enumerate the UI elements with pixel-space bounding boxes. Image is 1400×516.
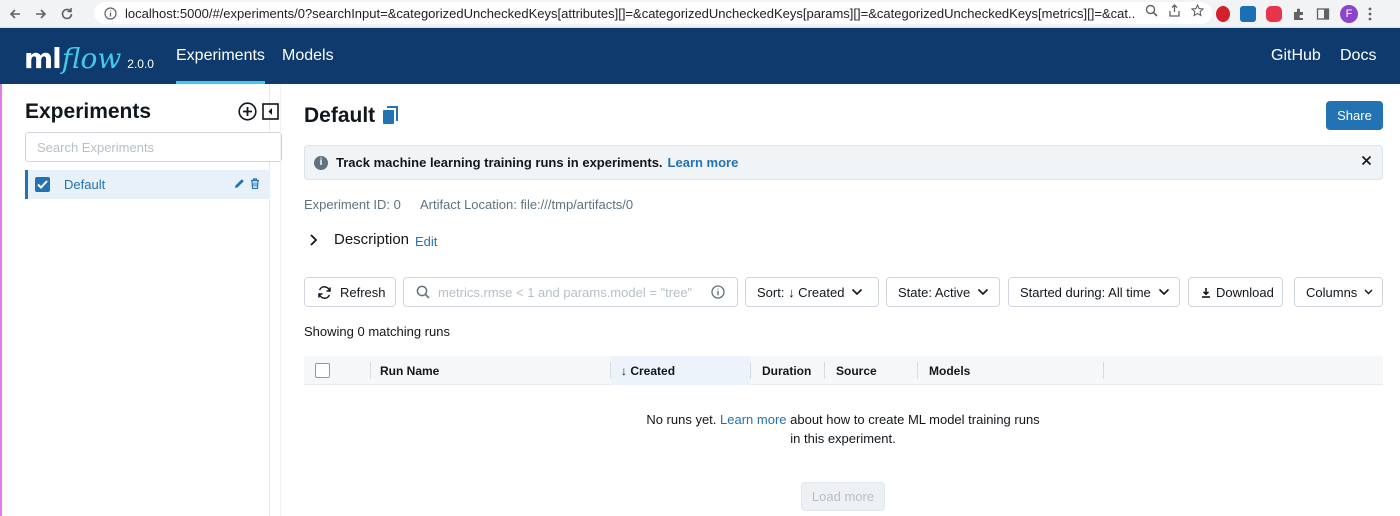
zoom-icon[interactable]: [1145, 4, 1158, 17]
info-banner: i Track machine learning training runs i…: [304, 145, 1383, 180]
column-separator: [370, 362, 371, 379]
reload-icon[interactable]: [56, 3, 78, 25]
started-label: Started during: All time: [1020, 284, 1151, 300]
sort-label: Sort: ↓ Created: [757, 284, 845, 300]
red-extension-icon[interactable]: [1216, 6, 1230, 22]
download-icon: [1202, 287, 1210, 298]
chevron-down-icon: [1364, 289, 1373, 295]
sidebar-divider: [280, 84, 281, 516]
mlflow-logo[interactable]: ml flow 2.0.0: [24, 42, 154, 75]
red-stack-extension-icon[interactable]: [1266, 6, 1282, 22]
column-separator: [917, 362, 918, 379]
address-bar[interactable]: localhost:5000/#/experiments/0?searchInp…: [94, 2, 1212, 24]
banner-learn-more-link[interactable]: Learn more: [668, 155, 739, 170]
nav-experiments[interactable]: Experiments: [176, 28, 265, 84]
search-experiments-input[interactable]: [25, 132, 282, 162]
experiment-title: Default: [304, 104, 376, 127]
column-run-name[interactable]: Run Name: [380, 356, 439, 385]
column-duration[interactable]: Duration: [762, 356, 811, 385]
share-page-icon[interactable]: [1168, 4, 1181, 17]
logo-ml: ml: [24, 42, 62, 75]
experiments-sidebar: Experiments Default: [2, 84, 282, 516]
state-label: State: Active: [898, 284, 971, 300]
puzzle-extensions-icon[interactable]: [1292, 7, 1306, 21]
chevron-down-icon: [852, 288, 863, 296]
sidebar-item-default[interactable]: Default: [25, 170, 270, 199]
started-during-dropdown[interactable]: Started during: All time: [1008, 277, 1180, 307]
delete-experiment-icon[interactable]: [250, 178, 260, 189]
description-label[interactable]: Description: [334, 231, 409, 248]
site-info-icon[interactable]: [104, 6, 117, 20]
search-placeholder: metrics.rmse < 1 and params.model = "tre…: [438, 284, 693, 300]
column-separator: [750, 362, 751, 379]
nav-docs[interactable]: Docs: [1340, 28, 1376, 84]
back-icon[interactable]: [4, 3, 26, 25]
download-button[interactable]: Download: [1188, 277, 1283, 307]
chevron-down-icon: [978, 288, 989, 296]
logo-flow: flow: [61, 42, 122, 75]
side-panel-icon[interactable]: [1316, 7, 1330, 21]
description-edit-link[interactable]: Edit: [415, 234, 437, 249]
blue-m-extension-icon[interactable]: [1240, 6, 1256, 22]
edit-experiment-icon[interactable]: [234, 178, 245, 189]
collapse-sidebar-icon[interactable]: [262, 103, 279, 120]
bookmark-star-icon[interactable]: [1191, 4, 1204, 17]
copy-icon[interactable]: [381, 106, 399, 126]
version-label: 2.0.0: [127, 57, 154, 71]
profile-avatar[interactable]: F: [1340, 5, 1358, 23]
search-help-icon[interactable]: [711, 285, 725, 299]
select-all-checkbox[interactable]: [315, 363, 330, 378]
column-source[interactable]: Source: [836, 356, 877, 385]
chevron-down-icon: [1158, 288, 1169, 296]
column-separator: [824, 362, 825, 379]
download-label: Download: [1216, 284, 1274, 300]
runs-table-header: Run Name ↓ Created Duration Source Model…: [304, 356, 1383, 385]
runs-search-input[interactable]: metrics.rmse < 1 and params.model = "tre…: [403, 277, 738, 307]
empty-learn-more-link[interactable]: Learn more: [720, 412, 786, 427]
experiment-id: Experiment ID: 0: [304, 197, 401, 212]
url-text: localhost:5000/#/experiments/0?searchInp…: [125, 5, 1135, 21]
browser-toolbar: localhost:5000/#/experiments/0?searchInp…: [0, 0, 1400, 28]
nav-models[interactable]: Models: [282, 28, 334, 84]
browser-menu-icon[interactable]: [1368, 7, 1372, 21]
matching-runs-count: Showing 0 matching runs: [304, 324, 450, 339]
sidebar-item-label: Default: [64, 177, 106, 192]
column-created[interactable]: ↓ Created: [611, 356, 750, 385]
load-more-button[interactable]: Load more: [801, 482, 885, 511]
info-icon: i: [314, 155, 328, 170]
banner-text: Track machine learning training runs in …: [336, 155, 663, 170]
chevron-right-icon[interactable]: [309, 233, 318, 247]
refresh-icon: [318, 285, 331, 299]
add-experiment-icon[interactable]: [238, 102, 257, 121]
column-separator: [1103, 362, 1104, 379]
share-button[interactable]: Share: [1326, 101, 1383, 130]
empty-post: about how to create ML model training ru…: [790, 412, 1040, 446]
artifact-location: Artifact Location: file:///tmp/artifacts…: [420, 197, 634, 212]
empty-pre: No runs yet.: [646, 412, 717, 427]
sort-dropdown[interactable]: Sort: ↓ Created: [745, 277, 879, 307]
columns-dropdown[interactable]: Columns: [1294, 277, 1383, 307]
close-icon[interactable]: [1361, 155, 1372, 166]
refresh-label: Refresh: [340, 284, 386, 300]
refresh-button[interactable]: Refresh: [304, 277, 396, 307]
forward-icon[interactable]: [30, 3, 52, 25]
sidebar-title: Experiments: [25, 100, 152, 123]
search-icon: [416, 285, 430, 299]
column-models[interactable]: Models: [929, 356, 970, 385]
empty-state-message: No runs yet. Learn more about how to cre…: [640, 410, 1046, 448]
experiment-checkbox[interactable]: [35, 177, 50, 192]
columns-label: Columns: [1306, 284, 1358, 300]
nav-github[interactable]: GitHub: [1271, 28, 1321, 84]
state-dropdown[interactable]: State: Active: [886, 277, 1000, 307]
